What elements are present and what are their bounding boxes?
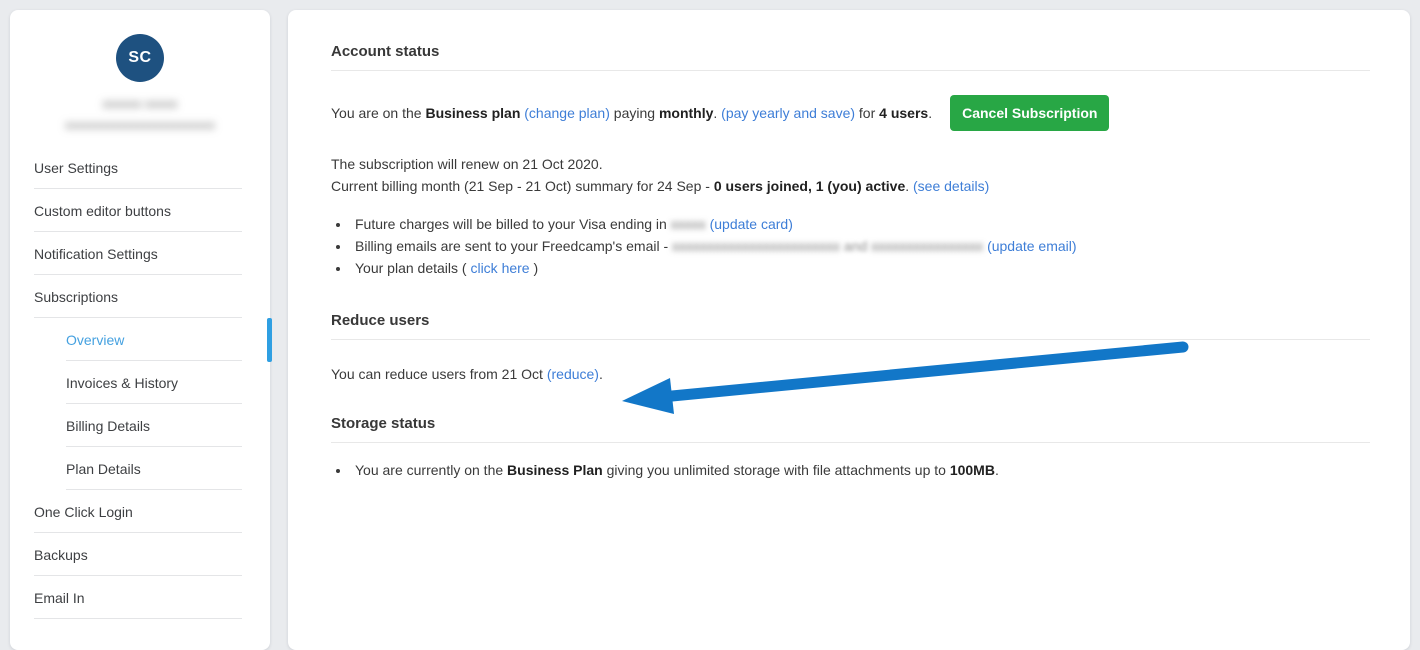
avatar: SC	[116, 34, 164, 82]
storage-status-heading: Storage status	[331, 415, 1370, 432]
update-card-link[interactable]: (update card)	[710, 216, 793, 232]
billing-email-1-redacted: xxxxxxxxxxxxxxxxxxxxxxxx	[672, 238, 840, 254]
account-status-bullets: Future charges will be billed to your Vi…	[331, 213, 1370, 279]
sidebar-item-user-settings[interactable]: User Settings	[10, 146, 270, 189]
see-details-link[interactable]: (see details)	[913, 178, 989, 194]
billing-month-line: Current billing month (21 Sep - 21 Oct) …	[331, 175, 1370, 197]
section-divider	[331, 70, 1370, 71]
section-divider	[331, 339, 1370, 340]
sidebar-item-overview[interactable]: Overview	[10, 318, 270, 361]
sidebar-item-one-click-login[interactable]: One Click Login	[10, 490, 270, 533]
sidebar-item-custom-editor-buttons[interactable]: Custom editor buttons	[10, 189, 270, 232]
sidebar-item-backups[interactable]: Backups	[10, 533, 270, 576]
subscription-settings-page: { "colors": { "page_bg": "#e9ebee", "ava…	[0, 0, 1420, 628]
update-email-link[interactable]: (update email)	[987, 238, 1077, 254]
reduce-users-line: You can reduce users from 21 Oct (reduce…	[331, 366, 1370, 382]
plan-details-bullet: Your plan details ( click here )	[351, 257, 1370, 279]
cancel-subscription-button[interactable]: Cancel Subscription	[950, 95, 1109, 131]
click-here-link[interactable]: click here	[470, 260, 529, 276]
active-item-indicator	[267, 318, 272, 362]
reduce-link[interactable]: (reduce)	[547, 366, 599, 382]
future-charges-bullet: Future charges will be billed to your Vi…	[351, 213, 1370, 235]
subscription-overview-panel: Account status You are on the Business p…	[288, 10, 1410, 650]
storage-plan-bullet: You are currently on the Business Plan g…	[351, 459, 1370, 481]
sidebar-item-plan-details[interactable]: Plan Details	[10, 447, 270, 490]
visa-digits-redacted: xxxxx	[671, 216, 706, 232]
sidebar-item-billing-details[interactable]: Billing Details	[10, 404, 270, 447]
plan-summary-text: You are on the Business plan (change pla…	[331, 105, 932, 121]
section-divider	[331, 442, 1370, 443]
avatar-initials: SC	[128, 49, 151, 67]
storage-status-bullets: You are currently on the Business Plan g…	[331, 459, 1370, 481]
account-status-heading: Account status	[331, 43, 1370, 60]
change-plan-link[interactable]: (change plan)	[524, 105, 610, 121]
settings-sidebar: SC xxxxxx xxxxx xxxxxxxxxxxxxxxxxxxxxxxx…	[10, 10, 270, 650]
user-name-redacted: xxxxxx xxxxx	[10, 96, 270, 111]
sidebar-item-email-in[interactable]: Email In	[10, 576, 270, 619]
plan-summary-row: You are on the Business plan (change pla…	[331, 95, 1370, 131]
sidebar-item-subscriptions[interactable]: Subscriptions	[10, 275, 270, 318]
pay-yearly-link[interactable]: (pay yearly and save)	[721, 105, 855, 121]
renewal-info: The subscription will renew on 21 Oct 20…	[331, 153, 1370, 197]
sidebar-menu: User Settings Custom editor buttons Noti…	[10, 146, 270, 619]
reduce-users-heading: Reduce users	[331, 312, 1370, 329]
billing-email-2-redacted: xxxxxxxxxxxxxxxx	[871, 238, 983, 254]
renew-line: The subscription will renew on 21 Oct 20…	[331, 153, 1370, 175]
sidebar-item-notification-settings[interactable]: Notification Settings	[10, 232, 270, 275]
user-email-redacted: xxxxxxxxxxxxxxxxxxxxxxxxx	[10, 118, 270, 132]
sidebar-item-invoices-history[interactable]: Invoices & History	[10, 361, 270, 404]
billing-emails-bullet: Billing emails are sent to your Freedcam…	[351, 235, 1370, 257]
